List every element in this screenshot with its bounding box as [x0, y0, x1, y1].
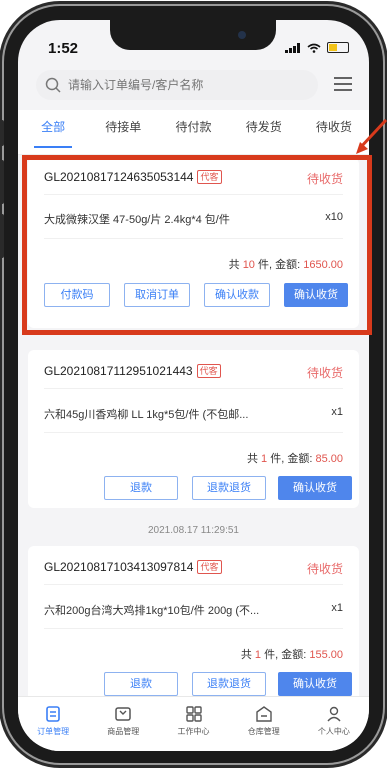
order-timestamp: 2021.08.17 11:29:51 [147, 525, 239, 536]
app-screen: 1:52 全部 待接单 待付款 待发货 待收货 GL20210817124635… [18, 20, 369, 751]
wifi-icon [307, 43, 321, 53]
volume-down-button [0, 214, 4, 258]
nav-label: 工作中心 [177, 727, 210, 736]
proxy-tag: 代客 [197, 560, 222, 574]
mute-switch [0, 120, 4, 146]
refund-return-button[interactable]: 退款退货 [192, 672, 266, 696]
divider [44, 628, 343, 629]
order-card[interactable]: GL20210817112951021443 代客 待收货 六和45g川香鸡柳 L… [28, 350, 359, 508]
camera-icon [238, 31, 246, 39]
search-bar[interactable] [36, 70, 318, 100]
order-number: GL20210817112951021443 代客 [44, 364, 221, 378]
notch [110, 20, 276, 50]
highlight-box [22, 155, 372, 335]
battery-icon [327, 42, 349, 53]
signal-icon [285, 42, 300, 53]
tab-all[interactable]: 全部 [18, 110, 88, 154]
nav-work-center[interactable]: 工作中心 [158, 697, 228, 751]
status-icons [285, 42, 349, 53]
order-summary: 共 1 件, 金额: 155.00 [240, 649, 343, 661]
pointer-arrow-icon [356, 118, 387, 154]
bottom-nav: 订单管理 商品管理 工作中心 仓库管理 个人中心 [18, 696, 369, 751]
divider [44, 584, 343, 585]
order-summary: 共 1 件, 金额: 85.00 [246, 453, 343, 465]
tab-pending-shipment[interactable]: 待发货 [229, 110, 299, 154]
search-icon [45, 77, 61, 93]
order-number: GL20210817103413097814 代客 [44, 560, 222, 574]
nav-label: 个人中心 [317, 727, 350, 736]
order-icon [46, 706, 60, 722]
order-status: 待收货 [306, 562, 343, 576]
volume-up-button [0, 160, 4, 204]
proxy-tag: 代客 [196, 364, 221, 378]
status-time: 1:52 [48, 40, 79, 57]
refund-button[interactable]: 退款 [104, 672, 178, 696]
user-icon [327, 706, 341, 722]
nav-warehouse[interactable]: 仓库管理 [229, 697, 299, 751]
nav-profile[interactable]: 个人中心 [299, 697, 369, 751]
nav-label: 订单管理 [37, 727, 70, 736]
nav-label: 仓库管理 [247, 727, 280, 736]
refund-button[interactable]: 退款 [104, 476, 178, 500]
confirm-receipt-button[interactable]: 确认收货 [278, 476, 352, 500]
nav-orders[interactable]: 订单管理 [18, 697, 88, 751]
product-name: 六和200g台湾大鸡排1kg*10包/件 200g (不... [44, 605, 260, 617]
product-icon [115, 707, 132, 721]
order-tabs: 全部 待接单 待付款 待发货 待收货 [18, 110, 369, 155]
confirm-receipt-button[interactable]: 确认收货 [278, 672, 352, 696]
divider [44, 388, 343, 389]
warehouse-icon [256, 706, 272, 722]
nav-label: 商品管理 [107, 727, 140, 736]
refund-return-button[interactable]: 退款退货 [192, 476, 266, 500]
product-qty: x1 [331, 602, 343, 614]
tab-pending-accept[interactable]: 待接单 [88, 110, 158, 154]
product-name: 六和45g川香鸡柳 LL 1kg*5包/件 (不包邮... [44, 409, 249, 421]
divider [44, 432, 343, 433]
order-card[interactable]: GL20210817103413097814 代客 待收货 六和200g台湾大鸡排… [28, 546, 359, 706]
grid-icon [185, 706, 202, 722]
search-input[interactable] [66, 77, 310, 93]
product-qty: x1 [331, 406, 343, 418]
menu-icon[interactable] [334, 76, 352, 92]
order-status: 待收货 [306, 366, 343, 380]
tab-pending-payment[interactable]: 待付款 [158, 110, 228, 154]
nav-products[interactable]: 商品管理 [88, 697, 158, 751]
